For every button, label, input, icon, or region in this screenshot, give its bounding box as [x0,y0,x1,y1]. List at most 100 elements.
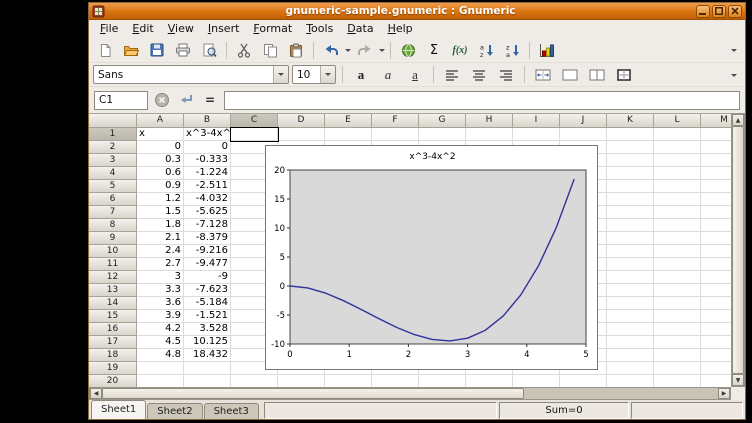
row-header-4[interactable]: 4 [89,167,137,180]
format-toolbar-overflow-button[interactable] [727,65,741,85]
cell-M5[interactable] [701,180,731,193]
cell-A8[interactable]: 1.8 [137,219,184,232]
cell-A20[interactable] [137,375,184,387]
embedded-chart[interactable]: x^3-4x^2-10-505101520012345 [265,145,598,370]
cell-M14[interactable] [701,297,731,310]
cell-B12[interactable]: -9 [184,271,231,284]
cell-J1[interactable] [560,128,607,141]
cell-K8[interactable] [607,219,654,232]
cell-A4[interactable]: 0.6 [137,167,184,180]
paste-button[interactable] [284,39,308,61]
cell-K1[interactable] [607,128,654,141]
cell-B20[interactable] [184,375,231,387]
vertical-scroll-thumb[interactable] [732,126,744,374]
cell-K2[interactable] [607,141,654,154]
menu-format[interactable]: Format [246,21,299,37]
row-header-9[interactable]: 9 [89,232,137,245]
cell-B6[interactable]: -4.032 [184,193,231,206]
column-header-B[interactable]: B [184,114,231,128]
column-header-K[interactable]: K [607,114,654,128]
cell-F1[interactable] [372,128,419,141]
font-size-dropdown[interactable] [320,66,335,83]
sort-descending-button[interactable]: za [500,39,524,61]
row-header-1[interactable]: 1 [89,128,137,141]
column-header-D[interactable]: D [278,114,325,128]
cell-L11[interactable] [654,258,701,271]
center-across-selection-button[interactable] [531,64,555,86]
cell-M7[interactable] [701,206,731,219]
cell-L7[interactable] [654,206,701,219]
cell-A3[interactable]: 0.3 [137,154,184,167]
cell-M10[interactable] [701,245,731,258]
row-header-8[interactable]: 8 [89,219,137,232]
undo-dropdown-arrow[interactable] [345,49,351,55]
menu-tools[interactable]: Tools [299,21,340,37]
cell-M2[interactable] [701,141,731,154]
cell-B19[interactable] [184,362,231,375]
row-header-10[interactable]: 10 [89,245,137,258]
cell-L20[interactable] [654,375,701,387]
sum-button[interactable]: Σ [422,39,446,61]
cell-K3[interactable] [607,154,654,167]
cell-B15[interactable]: -1.521 [184,310,231,323]
column-header-H[interactable]: H [466,114,513,128]
bold-button[interactable]: a [349,64,373,86]
cell-K17[interactable] [607,336,654,349]
italic-button[interactable]: a [376,64,400,86]
close-button[interactable] [728,5,742,18]
cell-B14[interactable]: -5.184 [184,297,231,310]
cell-K19[interactable] [607,362,654,375]
maximize-button[interactable] [712,5,726,18]
underline-button[interactable]: a [403,64,427,86]
cell-B5[interactable]: -2.511 [184,180,231,193]
open-file-button[interactable] [119,39,143,61]
cell-K11[interactable] [607,258,654,271]
cell-A18[interactable]: 4.8 [137,349,184,362]
cell-M11[interactable] [701,258,731,271]
function-button[interactable]: f(x) [448,39,472,61]
cell-D20[interactable] [278,375,325,387]
cell-M20[interactable] [701,375,731,387]
cell-M13[interactable] [701,284,731,297]
minimize-button[interactable] [696,5,710,18]
font-name-combo[interactable]: Sans [93,65,289,84]
cell-E20[interactable] [325,375,372,387]
cell-M8[interactable] [701,219,731,232]
cell-A12[interactable]: 3 [137,271,184,284]
row-header-18[interactable]: 18 [89,349,137,362]
cell-M4[interactable] [701,167,731,180]
cell-M19[interactable] [701,362,731,375]
redo-button[interactable] [353,39,377,61]
align-right-button[interactable] [494,64,518,86]
cell-A17[interactable]: 4.5 [137,336,184,349]
cell-I1[interactable] [513,128,560,141]
row-header-2[interactable]: 2 [89,141,137,154]
cell-name-box[interactable]: C1 [94,91,148,110]
cell-K9[interactable] [607,232,654,245]
cell-B3[interactable]: -0.333 [184,154,231,167]
row-header-7[interactable]: 7 [89,206,137,219]
save-button[interactable] [145,39,169,61]
redo-dropdown-arrow[interactable] [379,49,385,55]
cell-B4[interactable]: -1.224 [184,167,231,180]
column-header-I[interactable]: I [513,114,560,128]
cell-M16[interactable] [701,323,731,336]
cell-L5[interactable] [654,180,701,193]
menu-help[interactable]: Help [381,21,420,37]
cell-A9[interactable]: 2.1 [137,232,184,245]
sheet-tab-sheet1[interactable]: Sheet1 [91,400,146,419]
font-size-combo[interactable]: 10 [292,65,336,84]
cell-C20[interactable] [231,375,278,387]
row-header-15[interactable]: 15 [89,310,137,323]
cell-K14[interactable] [607,297,654,310]
cut-button[interactable] [232,39,256,61]
cell-L17[interactable] [654,336,701,349]
cell-L8[interactable] [654,219,701,232]
horizontal-scroll-track[interactable] [524,388,718,399]
cell-B7[interactable]: -5.625 [184,206,231,219]
cell-K15[interactable] [607,310,654,323]
column-header-M[interactable]: M [701,114,731,128]
cell-K10[interactable] [607,245,654,258]
cell-J20[interactable] [560,375,607,387]
insert-chart-button[interactable] [535,39,559,61]
